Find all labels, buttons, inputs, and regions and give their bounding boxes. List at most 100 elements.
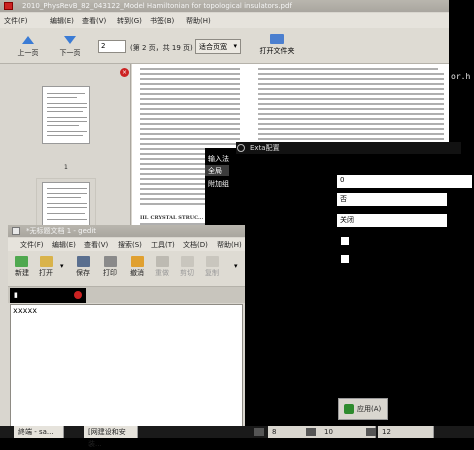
tab-input-method[interactable]: 输入法 [208, 154, 229, 164]
menu-edit[interactable]: 编辑(E) [50, 16, 74, 26]
config-field-2[interactable]: 否 [337, 193, 447, 206]
pdf-text-line [140, 93, 240, 95]
print-icon [104, 256, 117, 267]
thumbnail-label-1: 1 [64, 164, 68, 171]
prev-page-button[interactable]: 上一页 [14, 36, 42, 58]
chevron-down-icon: ▾ [233, 42, 237, 50]
page-number-input[interactable]: 2 [98, 40, 126, 53]
pdf-text-line [140, 68, 240, 70]
document-icon: ▮ [14, 291, 18, 299]
exta-dialog-title: Exta配置 [250, 144, 280, 152]
copy-icon [206, 256, 219, 267]
pdf-section-heading: III. CRYSTAL STRUC... [140, 215, 204, 221]
tab-addons[interactable]: 附加组 [208, 179, 229, 189]
pdf-text-line [258, 83, 444, 85]
next-page-label: 下一页 [59, 49, 81, 57]
open-dropdown-chevron-icon[interactable]: ▾ [60, 262, 64, 270]
page-thumbnail-1[interactable] [42, 86, 90, 144]
open-folder-button[interactable]: 打开文件夹 [255, 34, 299, 56]
pdf-text-line [140, 98, 240, 100]
new-document-icon [15, 256, 28, 267]
gedit-menu-edit[interactable]: 编辑(E) [52, 240, 76, 250]
apply-label: 应用(A) [357, 405, 382, 413]
pdf-text-line [140, 83, 240, 85]
menu-goto[interactable]: 转到(G) [117, 16, 142, 26]
pdf-app-icon [4, 2, 13, 10]
redo-icon [156, 256, 169, 267]
config-field-3[interactable]: 关闭 [337, 214, 447, 227]
gedit-editor-content: xxxxx [13, 306, 38, 315]
pdf-text-line [140, 113, 240, 115]
menu-bookmarks[interactable]: 书签(B) [150, 16, 174, 26]
pdf-text-line [140, 123, 240, 125]
pdf-text-line [258, 133, 444, 135]
gedit-menu-view[interactable]: 查看(V) [84, 240, 108, 250]
copy-button[interactable]: 复制 [202, 268, 222, 278]
taskbar-item-2[interactable]: [网建设和安装... [84, 426, 138, 448]
gedit-menu-documents[interactable]: 文档(D) [183, 240, 208, 250]
sidebar-close-icon[interactable]: × [120, 68, 129, 77]
pdf-text-line [140, 133, 240, 135]
print-button[interactable]: 打印 [100, 268, 120, 278]
pdf-text-line [140, 88, 240, 90]
new-button[interactable]: 新建 [12, 268, 32, 278]
pdf-text-line [258, 118, 444, 120]
gedit-menu-file[interactable]: 文件(F) [20, 240, 44, 250]
gedit-window-title: *无标题文档 1 - gedit [26, 227, 97, 235]
tab-global[interactable]: 全局 [208, 166, 222, 176]
pdf-text-line [258, 73, 444, 75]
gedit-menu-search[interactable]: 搜索(S) [118, 240, 142, 250]
page-thumbnail-2[interactable] [42, 182, 90, 228]
pdf-text-line [258, 98, 444, 100]
save-button[interactable]: 保存 [73, 268, 93, 278]
gedit-menubar: 文件(F) 编辑(E) 查看(V) 搜索(S) 工具(T) 文档(D) 帮助(H… [8, 238, 245, 251]
pdf-text-line [258, 68, 438, 70]
pdf-text-line [258, 138, 444, 140]
pdf-text-line [258, 113, 444, 115]
config-field-1[interactable]: 0 [337, 175, 472, 188]
apply-button[interactable]: 应用(A) [338, 398, 388, 420]
background-terminal-text: or.h [451, 72, 471, 81]
pdf-text-line [258, 123, 444, 125]
taskbar-icon-b[interactable] [306, 428, 316, 436]
taskbar-cell-12[interactable]: 12 [378, 426, 434, 438]
tab-close-icon[interactable] [74, 291, 82, 299]
zoom-value: 适合页宽 [199, 43, 227, 51]
gedit-titlebar[interactable]: *无标题文档 1 - gedit [8, 225, 245, 237]
pdf-text-line [258, 93, 444, 95]
pdf-text-line [140, 78, 240, 80]
menu-view[interactable]: 查看(V) [82, 16, 106, 26]
prev-page-label: 上一页 [17, 49, 39, 57]
gedit-menu-help[interactable]: 帮助(H) [217, 240, 242, 250]
pdf-window-titlebar[interactable]: 2010_PhysRevB_82_043122_Model Hamiltonia… [0, 0, 449, 12]
pdf-text-line [140, 143, 240, 145]
toolbar-overflow-chevron-icon[interactable]: ▾ [234, 262, 238, 270]
page-count-label: (第 2 页，共 19 页) [130, 44, 193, 52]
taskbar-icon-c[interactable] [366, 428, 376, 436]
open-button[interactable]: 打开 [36, 268, 56, 278]
gedit-menu-tools[interactable]: 工具(T) [151, 240, 175, 250]
gedit-text-editor[interactable] [10, 304, 243, 438]
pdf-text-line [140, 108, 240, 110]
cut-button[interactable]: 剪切 [177, 268, 197, 278]
pdf-text-line [258, 128, 444, 130]
arrow-up-icon [22, 36, 34, 44]
zoom-select[interactable]: 适合页宽 ▾ [195, 39, 241, 54]
config-checkbox-2[interactable] [341, 255, 349, 263]
arrow-down-icon [64, 36, 76, 44]
menu-file[interactable]: 文件(F) [4, 16, 28, 26]
exta-dialog-titlebar[interactable]: Exta配置 [236, 142, 461, 154]
open-folder-label: 打开文件夹 [259, 47, 295, 55]
undo-button[interactable]: 撤消 [127, 268, 147, 278]
taskbar-item-terminal[interactable]: 終端 - sa... [14, 426, 64, 438]
save-icon [77, 256, 90, 267]
menu-help[interactable]: 帮助(H) [186, 16, 211, 26]
redo-button[interactable]: 重做 [152, 268, 172, 278]
next-page-button[interactable]: 下一页 [56, 36, 84, 58]
pdf-text-line [140, 128, 240, 130]
pdf-text-line [140, 118, 240, 120]
config-checkbox-1[interactable] [341, 237, 349, 245]
taskbar-icon-a[interactable] [254, 428, 264, 436]
pdf-text-line [258, 78, 444, 80]
pdf-menubar: 文件(F) 编辑(E) 查看(V) 转到(G) 书签(B) 帮助(H) [0, 13, 449, 28]
